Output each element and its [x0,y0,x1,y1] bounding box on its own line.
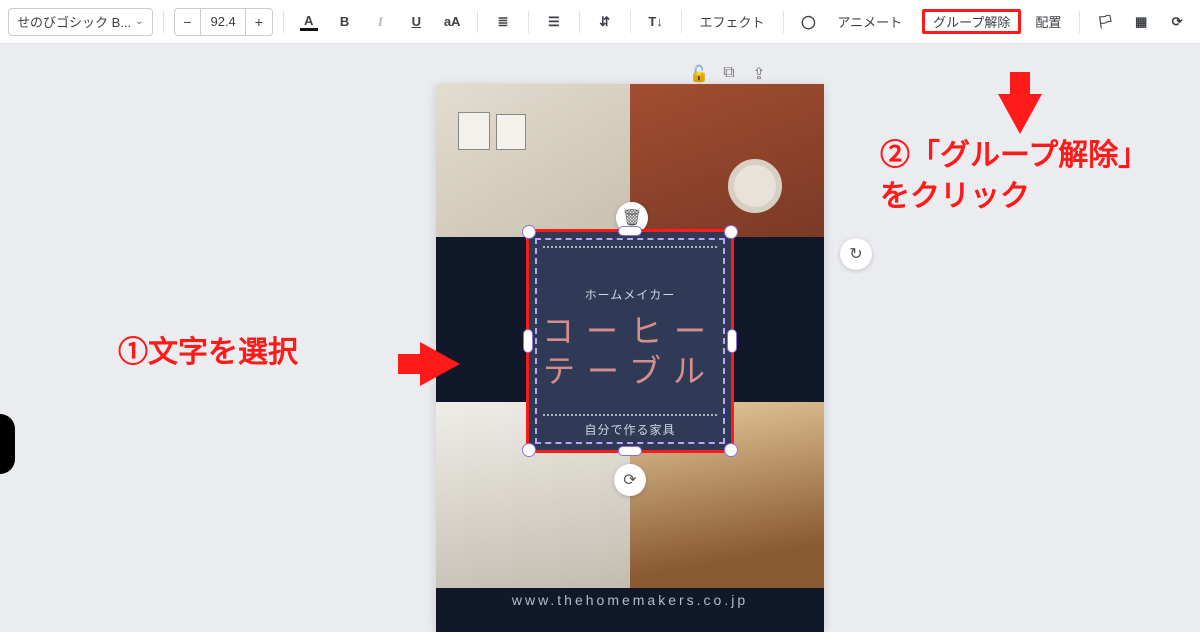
annotation-step2-line1: ②「グループ解除」 [880,139,1148,172]
annotation-step1: ①文字を選択 [118,333,298,374]
divider-dots-top [543,246,717,248]
top-toolbar: せのびゴシック B... ⌄ − 92.4 + A B I U aA ≣ ☰ ⇵… [0,0,1200,44]
font-size-increase[interactable]: + [246,9,272,35]
separator [783,11,784,33]
share-icon[interactable]: ⇪ [748,64,770,84]
font-size-decrease[interactable]: − [175,9,201,35]
transparency-button[interactable]: ▦ [1126,8,1156,36]
separator [579,11,580,33]
selected-text-group[interactable]: ホームメイカー コーヒー テーブル 自分で作る家具 [526,229,734,453]
object-toolbar: 🔓 ⧉ ⇪ [688,64,770,84]
resize-handle-tr[interactable] [725,226,737,238]
transparency-icon: ▦ [1132,13,1150,31]
separator [681,11,682,33]
italic-button[interactable]: I [366,8,396,36]
separator [163,11,164,33]
animate-icon: ◯ [800,13,818,31]
rotate-icon: ⟳ [623,470,636,490]
align-button[interactable]: ≣ [488,8,518,36]
ungroup-button[interactable]: グループ解除 [922,9,1021,34]
annotation-step2: ②「グループ解除」 をクリック [880,136,1148,217]
separator [477,11,478,33]
list-icon: ☰ [545,13,563,31]
text-color-button[interactable]: A [294,8,324,36]
italic-icon: I [372,13,390,31]
font-family-select[interactable]: せのびゴシック B... ⌄ [8,8,153,36]
arrow-down-icon [998,94,1042,134]
position-button[interactable]: 配置 [1027,12,1069,31]
redo-icon: ↻ [849,244,862,264]
separator [283,11,284,33]
resize-handle-bl[interactable] [523,444,535,456]
cup-decor [728,159,782,213]
text-color-icon: A [300,13,318,31]
resize-handle-tl[interactable] [523,226,535,238]
underline-button[interactable]: U [401,8,431,36]
chevron-down-icon: ⌄ [135,16,143,27]
canvas-area[interactable]: 🔓 ⧉ ⇪ 🗑 ホームメイカー コーヒー テーブル 自分で作る家具 [0,44,1200,630]
spacing-button[interactable]: ⇵ [590,8,620,36]
trash-icon: 🗑 [622,208,642,228]
annotation-step2-line2: をクリック [880,180,1030,213]
layer-button[interactable]: 🏳 [1090,8,1120,36]
separator [1079,11,1080,33]
footer-url: www.thehomemakers.co.jp [436,592,824,608]
case-button[interactable]: aA [437,8,467,36]
resize-handle-bottom[interactable] [619,447,641,455]
more-icon: ⟳ [1168,13,1186,31]
panel-caption: 自分で作る家具 [584,421,675,438]
font-size-value[interactable]: 92.4 [200,9,246,35]
font-family-label: せのびゴシック B... [17,12,131,31]
photo-top-right [630,84,824,237]
underline-icon: U [407,13,425,31]
separator [630,11,631,33]
layer-icon: 🏳 [1096,13,1114,31]
lock-icon[interactable]: 🔓 [688,64,710,84]
frame-decor [496,114,526,150]
vertical-text-button[interactable]: T↓ [641,8,671,36]
design-page[interactable]: 🗑 ホームメイカー コーヒー テーブル 自分で作る家具 ⟳ www.thehom… [436,84,824,632]
vertical-text-icon: T↓ [647,13,665,31]
spacing-icon: ⇵ [596,13,614,31]
align-center-icon: ≣ [494,13,512,31]
duplicate-icon[interactable]: ⧉ [718,64,740,84]
photo-top-left [436,84,630,237]
arrow-right-icon [420,342,460,386]
rotate-button[interactable]: ⟳ [614,464,646,496]
resize-handle-top[interactable] [619,227,641,235]
font-size-control[interactable]: − 92.4 + [174,8,273,36]
resize-handle-left[interactable] [524,330,532,352]
redo-button[interactable]: ↻ [840,238,872,270]
separator [528,11,529,33]
bold-button[interactable]: B [330,8,360,36]
resize-handle-br[interactable] [725,444,737,456]
animate-icon-button[interactable]: ◯ [794,8,824,36]
list-button[interactable]: ☰ [539,8,569,36]
more-button[interactable]: ⟳ [1162,8,1192,36]
case-icon: aA [443,13,461,31]
bold-icon: B [336,13,354,31]
effects-button[interactable]: エフェクト [692,12,773,31]
divider-dots-bottom [543,414,717,416]
animate-button[interactable]: アニメート [829,12,910,31]
resize-handle-right[interactable] [728,330,736,352]
side-panel-toggle[interactable] [0,414,15,474]
